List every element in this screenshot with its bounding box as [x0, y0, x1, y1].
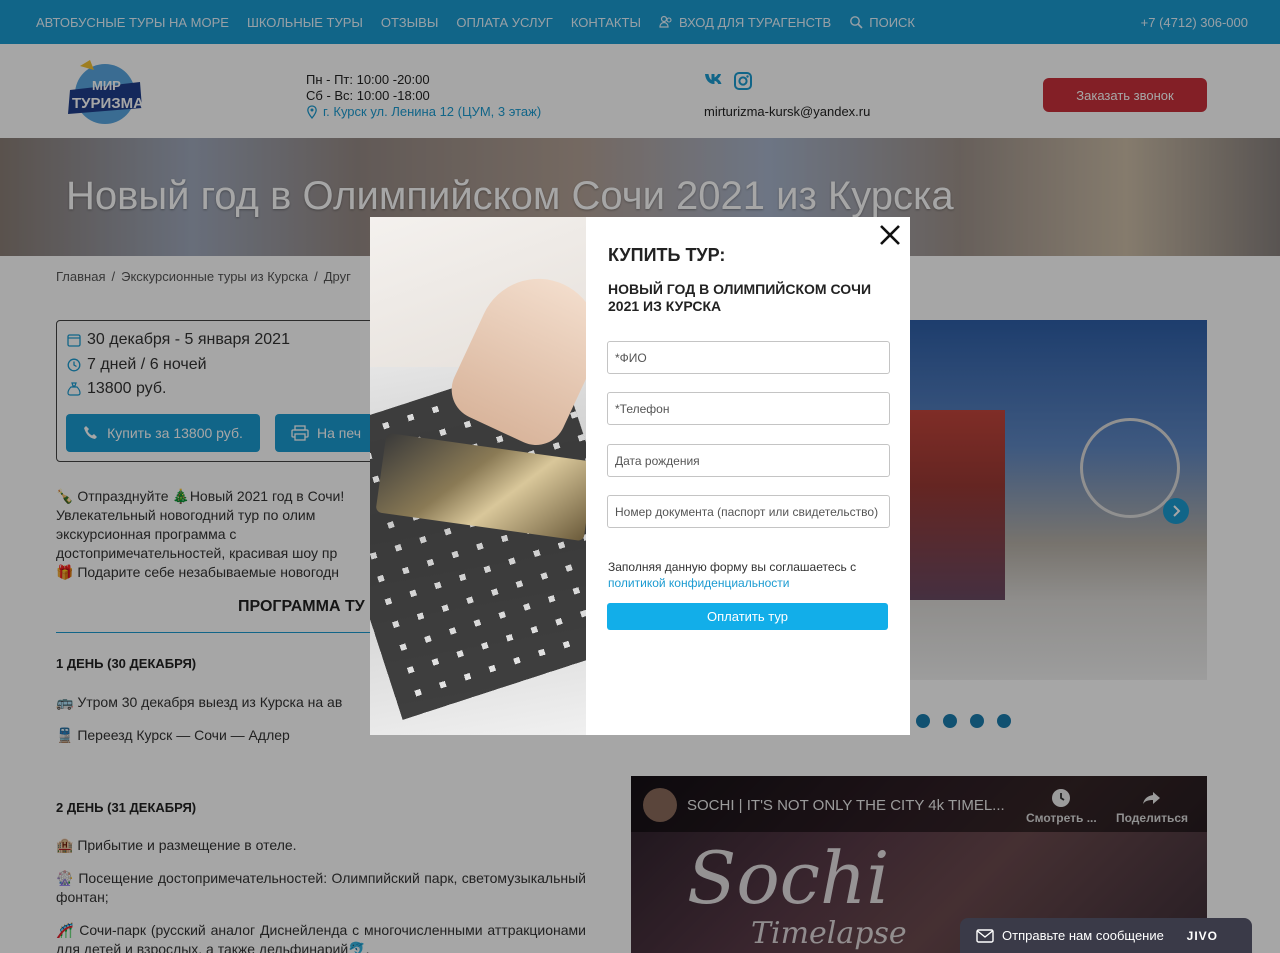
modal-photo-laptop-card [370, 217, 586, 735]
birth-date-field[interactable] [607, 444, 890, 477]
pay-tour-button[interactable]: Оплатить тур [607, 603, 888, 630]
document-number-field[interactable] [607, 495, 890, 528]
close-icon[interactable] [878, 223, 902, 247]
phone-field[interactable] [607, 392, 890, 425]
privacy-consent: Заполняя данную форму вы соглашаетесь с … [608, 559, 888, 591]
chat-brand-logo: JIVO [1186, 929, 1218, 943]
privacy-policy-link[interactable]: политикой конфиденциальности [608, 576, 789, 590]
chat-label: Отправьте нам сообщение [1002, 928, 1164, 943]
modal-form: КУПИТЬ ТУР: Новый год в Олимпийском Сочи… [586, 217, 910, 735]
modal-tour-name: Новый год в Олимпийском Сочи 2021 из Кур… [608, 281, 872, 314]
consent-text: Заполняя данную форму вы соглашаетесь с [608, 560, 857, 574]
chat-widget[interactable]: Отправьте нам сообщение JIVO [960, 918, 1252, 953]
envelope-icon [976, 928, 994, 943]
full-name-field[interactable] [607, 341, 890, 374]
modal-title: КУПИТЬ ТУР: [608, 245, 726, 265]
buy-tour-modal: КУПИТЬ ТУР: Новый год в Олимпийском Сочи… [370, 217, 910, 735]
